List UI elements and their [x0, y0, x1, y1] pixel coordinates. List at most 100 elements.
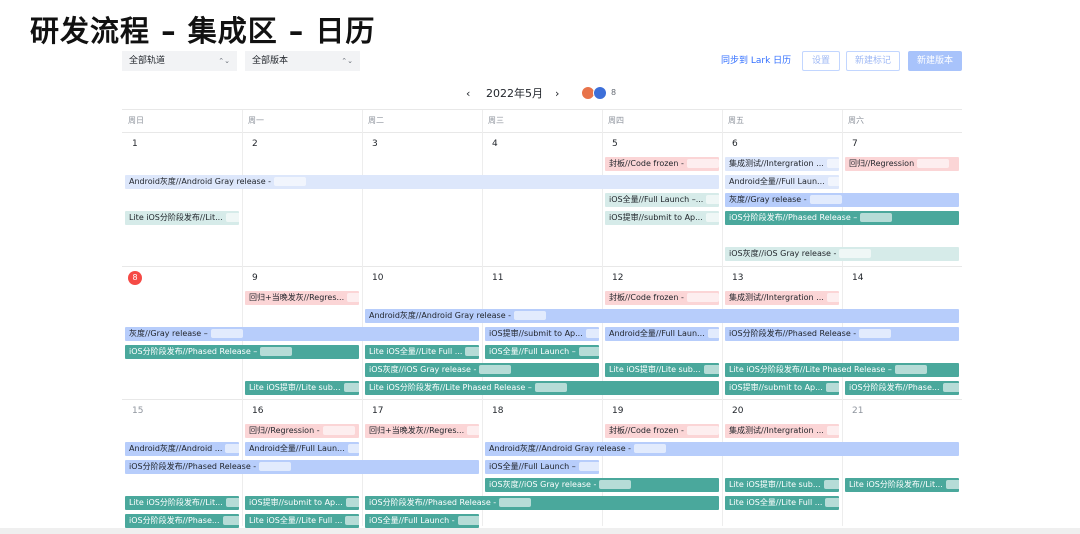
calendar-event[interactable]: Android全量//Full Laun...	[605, 327, 719, 341]
calendar-event[interactable]: 灰度//Gray release -	[725, 193, 959, 207]
bottom-scrollbar[interactable]	[0, 528, 1080, 534]
date-number[interactable]: 10	[372, 273, 383, 283]
calendar-event[interactable]: iOS分阶段发布//Phased Release –	[725, 211, 959, 225]
calendar-event[interactable]: Lite iOS分阶段发布//Lite Phased Release –	[725, 363, 959, 377]
calendar-event[interactable]: iOS分阶段发布//Phase...	[125, 514, 239, 528]
calendar-event[interactable]: Lite iOS分阶段发布//Lit...	[125, 211, 239, 225]
event-label: Android灰度//Android Gray release -	[369, 311, 512, 320]
date-number[interactable]: 14	[852, 273, 863, 283]
date-number[interactable]: 19	[612, 406, 623, 416]
calendar-event[interactable]: iOS提审//submit to Ap...	[245, 496, 359, 510]
calendar-event[interactable]: 回归//Regression -	[245, 424, 359, 438]
sync-lark-calendar-button[interactable]: 同步到 Lark 日历	[721, 52, 791, 70]
redacted-blur	[347, 444, 359, 453]
calendar-event[interactable]: Android灰度//Android Gray release -	[365, 309, 959, 323]
today-date[interactable]: 8	[128, 271, 142, 285]
event-label: 灰度//Gray release -	[729, 195, 807, 204]
calendar-event[interactable]: Android全量//Full Laun...	[245, 442, 359, 456]
grid-line	[122, 399, 962, 400]
event-label: Android全量//Full Laun...	[249, 444, 345, 453]
event-label: iOS分阶段发布//Phased Release –	[729, 213, 858, 222]
calendar-event[interactable]: iOS灰度//iOS Gray release -	[365, 363, 599, 377]
weekday-label: 周三	[488, 116, 504, 125]
calendar-event[interactable]: 灰度//Gray release –	[125, 327, 479, 341]
calendar-event[interactable]: Lite iOS分阶段发布//Lit...	[845, 478, 959, 492]
date-number[interactable]: 11	[492, 273, 503, 283]
calendar-event[interactable]: iOS提审//submit to Ap...	[725, 381, 839, 395]
calendar-event[interactable]: Android灰度//Android Gray release -	[485, 442, 959, 456]
weekday-label: 周五	[728, 116, 744, 125]
calendar-event[interactable]: Lite iOS全量//Lite Full ...	[245, 514, 359, 528]
calendar-event[interactable]: iOS分阶段发布//Phased Release -	[365, 496, 719, 510]
date-number[interactable]: 4	[492, 139, 498, 149]
calendar-event[interactable]: Lite iOS提审//Lite sub...	[605, 363, 719, 377]
prev-month-button[interactable]: ‹	[466, 85, 470, 103]
date-number[interactable]: 12	[612, 273, 623, 283]
redacted-blur	[225, 213, 239, 222]
date-number[interactable]: 18	[492, 406, 503, 416]
calendar-event[interactable]: Android全量//Full Laun...	[725, 175, 839, 189]
calendar-event[interactable]: 集成测试//Intergration ...	[725, 157, 839, 171]
chevron-updown-icon: ⌃⌄	[218, 57, 230, 65]
date-number[interactable]: 21	[852, 406, 863, 416]
event-label: 封板//Code frozen -	[609, 159, 684, 168]
redacted-blur	[839, 249, 872, 258]
weekday-label: 周日	[128, 116, 144, 125]
calendar-event[interactable]: 封板//Code frozen -	[605, 424, 719, 438]
calendar-event[interactable]: Lite iOS全量//Lite Full ...	[725, 496, 839, 510]
redacted-blur	[578, 347, 599, 356]
calendar-event[interactable]: iOS全量//Full Launch –...	[605, 193, 719, 207]
calendar-event[interactable]: Lite iOS提审//Lite sub...	[725, 478, 839, 492]
calendar-event[interactable]: Android灰度//Android Gray release -	[125, 175, 719, 189]
calendar-event[interactable]: iOS全量//Full Launch –	[485, 345, 599, 359]
calendar-event[interactable]: iOS全量//Full Launch –	[485, 460, 599, 474]
calendar-event[interactable]: iOS灰度//iOS Gray release -	[725, 247, 959, 261]
next-month-button[interactable]: ›	[555, 85, 559, 103]
event-label: iOS灰度//iOS Gray release -	[369, 365, 477, 374]
calendar-event[interactable]: 回归//Regression	[845, 157, 959, 171]
calendar-event[interactable]: Lite iOS提审//Lite sub...	[245, 381, 359, 395]
event-label: Lite iOS提审//Lite sub...	[609, 365, 701, 374]
date-number[interactable]: 16	[252, 406, 263, 416]
calendar-event[interactable]: Android灰度//Android ...	[125, 442, 239, 456]
calendar-event[interactable]: 封板//Code frozen -	[605, 291, 719, 305]
date-number[interactable]: 6	[732, 139, 738, 149]
calendar-event[interactable]: iOS分阶段发布//Phased Release -	[725, 327, 959, 341]
calendar-event[interactable]: iOS分阶段发布//Phase...	[845, 381, 959, 395]
settings-button[interactable]: 设置	[802, 51, 840, 71]
calendar-event[interactable]: 回归+当晚发灰//Regres...	[365, 424, 479, 438]
calendar-event[interactable]: iOS分阶段发布//Phased Release –	[125, 345, 359, 359]
date-number[interactable]: 7	[852, 139, 858, 149]
date-number[interactable]: 2	[252, 139, 258, 149]
calendar-event[interactable]: Lite iOS分阶段发布//Lit...	[125, 496, 239, 510]
calendar-event[interactable]: iOS提审//submit to Ap...	[605, 211, 719, 225]
member-avatar[interactable]	[593, 86, 607, 100]
calendar-event[interactable]: iOS提审//submit to Ap...	[485, 327, 599, 341]
event-label: iOS提审//submit to Ap...	[729, 383, 823, 392]
new-tag-button[interactable]: 新建标记	[846, 51, 900, 71]
calendar-event[interactable]: Lite iOS全量//Lite Full ...	[365, 345, 479, 359]
calendar-event[interactable]: iOS全量//Full Launch -	[365, 514, 479, 528]
calendar-event[interactable]: 封板//Code frozen -	[605, 157, 719, 171]
date-number[interactable]: 17	[372, 406, 383, 416]
calendar-event[interactable]: Lite iOS分阶段发布//Lite Phased Release –	[365, 381, 719, 395]
redacted-blur	[534, 383, 567, 392]
calendar-event[interactable]: iOS分阶段发布//Phased Release -	[125, 460, 479, 474]
version-filter-value: 全部版本	[252, 56, 289, 66]
redacted-blur	[707, 329, 719, 338]
date-number[interactable]: 1	[132, 139, 138, 149]
track-filter-select[interactable]: 全部轨道 ⌃⌄	[122, 51, 237, 71]
date-number[interactable]: 13	[732, 273, 743, 283]
redacted-blur	[826, 159, 839, 168]
calendar-event[interactable]: 回归+当晚发灰//Regres...	[245, 291, 359, 305]
calendar-event[interactable]: 集成测试//Intergration ...	[725, 291, 839, 305]
version-filter-select[interactable]: 全部版本 ⌃⌄	[245, 51, 360, 71]
date-number[interactable]: 20	[732, 406, 743, 416]
calendar-event[interactable]: iOS灰度//iOS Gray release -	[485, 478, 719, 492]
date-number[interactable]: 9	[252, 273, 258, 283]
calendar-event[interactable]: 集成测试//Intergration ...	[725, 424, 839, 438]
new-version-button[interactable]: 新建版本	[908, 51, 962, 71]
date-number[interactable]: 15	[132, 406, 143, 416]
date-number[interactable]: 3	[372, 139, 378, 149]
date-number[interactable]: 5	[612, 139, 618, 149]
